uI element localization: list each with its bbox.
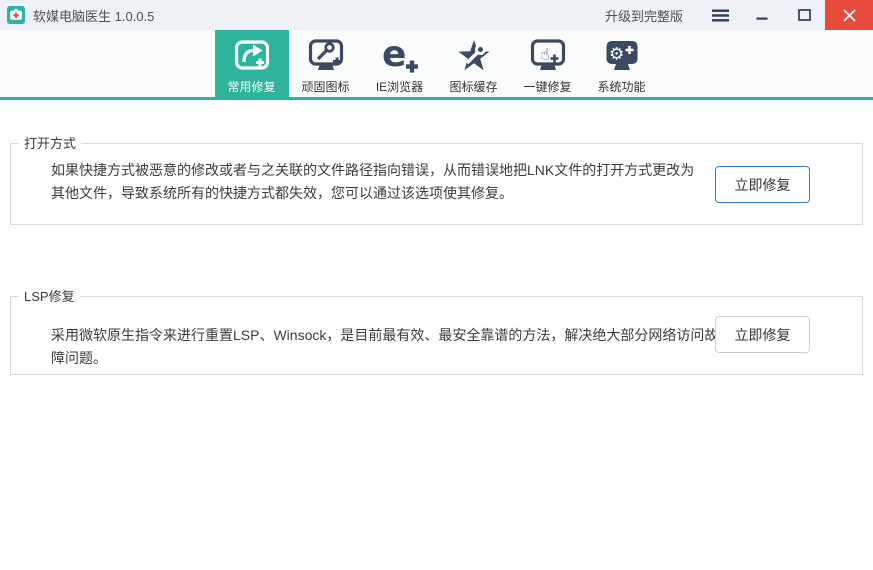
tab-label: 顽固图标 bbox=[301, 80, 349, 94]
stubborn-icon-repair-icon bbox=[307, 35, 345, 77]
close-button[interactable] bbox=[825, 0, 873, 30]
main-content: 打开方式 如果快捷方式被恶意的修改或者与之关联的文件路径指向错误，从而错误地把L… bbox=[0, 100, 873, 570]
tab-stubborn-icons[interactable]: 顽固图标 bbox=[289, 30, 363, 100]
ie-browser-icon: e bbox=[381, 35, 419, 77]
svg-text:⚙: ⚙ bbox=[609, 45, 624, 65]
tab-ie-browser[interactable]: e IE浏览器 bbox=[363, 30, 437, 100]
tab-label: IE浏览器 bbox=[376, 80, 423, 94]
tab-bar: 常用修复 顽固图标 e IE浏览器 bbox=[0, 30, 873, 100]
repair-now-button-lsp[interactable]: 立即修复 bbox=[715, 316, 810, 353]
minimize-button[interactable] bbox=[741, 0, 783, 30]
maximize-button[interactable] bbox=[783, 0, 825, 30]
window-title: 软媒电脑医生 1.0.0.5 bbox=[33, 6, 154, 25]
section-legend: 打开方式 bbox=[19, 135, 81, 152]
title-bar: 软媒电脑医生 1.0.0.5 升级到完整版 bbox=[0, 0, 873, 30]
tab-label: 系统功能 bbox=[597, 80, 645, 94]
repair-now-button-open-with[interactable]: 立即修复 bbox=[715, 166, 810, 203]
icon-cache-icon bbox=[455, 35, 493, 77]
app-logo-medical-kit-icon bbox=[7, 6, 25, 24]
section-open-with: 打开方式 如果快捷方式被恶意的修改或者与之关联的文件路径指向错误，从而错误地把L… bbox=[10, 143, 863, 225]
section-lsp-repair: LSP修复 采用微软原生指令来进行重置LSP、Winsock，是目前最有效、最安… bbox=[10, 296, 863, 375]
upgrade-link[interactable]: 升级到完整版 bbox=[605, 6, 683, 25]
section-description: 如果快捷方式被恶意的修改或者与之关联的文件路径指向错误，从而错误地把LNK文件的… bbox=[51, 159, 706, 205]
tab-system-functions[interactable]: ⚙ 系统功能 bbox=[585, 30, 659, 100]
system-functions-icon: ⚙ bbox=[603, 35, 641, 77]
tab-label: 一键修复 bbox=[523, 80, 571, 94]
svg-text:e: e bbox=[382, 37, 406, 75]
section-legend: LSP修复 bbox=[19, 288, 80, 305]
tab-common-repair[interactable]: 常用修复 bbox=[215, 30, 289, 100]
one-click-repair-icon: ☝ bbox=[529, 35, 567, 77]
shortcut-repair-icon bbox=[233, 35, 271, 77]
svg-text:☝: ☝ bbox=[540, 45, 550, 64]
tab-icon-cache[interactable]: 图标缓存 bbox=[437, 30, 511, 100]
section-description: 采用微软原生指令来进行重置LSP、Winsock，是目前最有效、最安全靠谱的方法… bbox=[51, 324, 731, 370]
hamburger-menu-icon[interactable] bbox=[699, 0, 741, 30]
tab-label: 常用修复 bbox=[227, 80, 275, 94]
tab-label: 图标缓存 bbox=[449, 80, 497, 94]
tab-one-click-repair[interactable]: ☝ 一键修复 bbox=[511, 30, 585, 100]
